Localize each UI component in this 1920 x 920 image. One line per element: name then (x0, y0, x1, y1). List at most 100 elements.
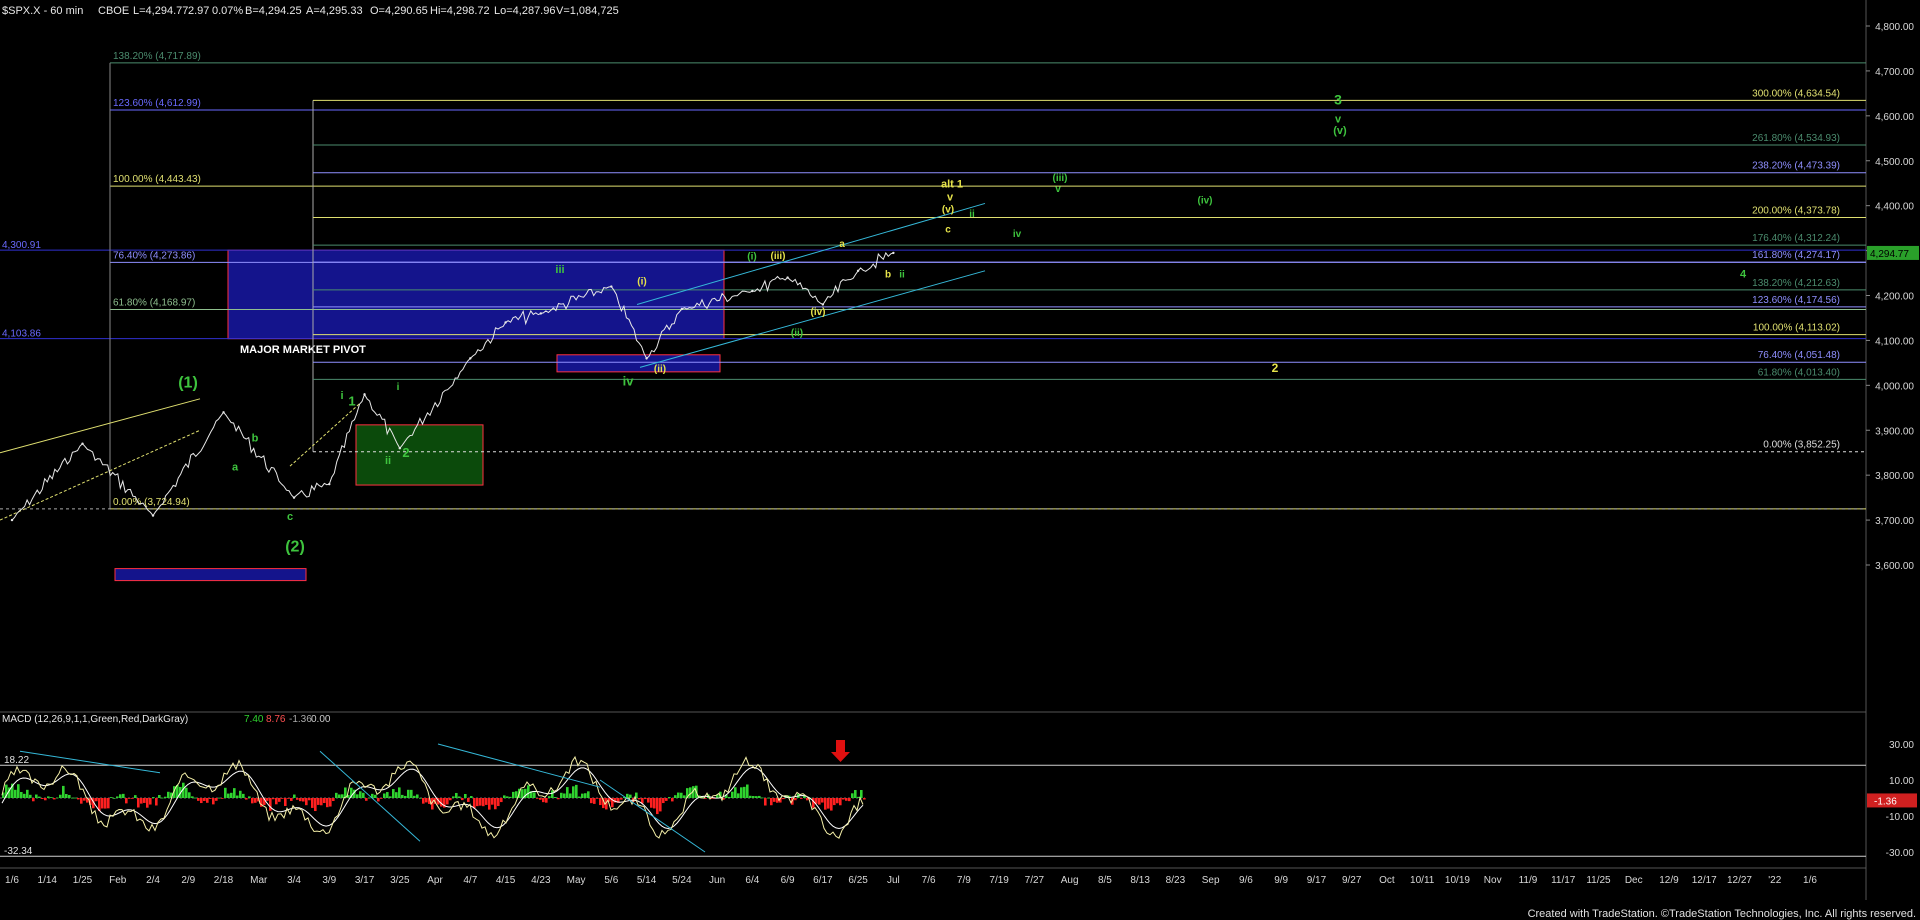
price-tick-label: 4,500.00 (1875, 157, 1914, 168)
price-axis: 4,800.00 4,700.00 4,600.00 4,500.00 4,400.00… (1866, 22, 1919, 572)
macd-histogram-bar (128, 798, 131, 799)
macd-histogram-bar (17, 784, 20, 798)
macd-histogram-bar (323, 798, 326, 804)
support-zone-box (355, 424, 484, 486)
macd-histogram-bar (521, 789, 524, 798)
macd-histogram-bar (737, 793, 740, 798)
macd-histogram-bar (485, 798, 488, 805)
macd-histogram-bar (413, 795, 416, 798)
macd-histogram-bar (515, 791, 518, 798)
macd-histogram-bar (107, 798, 110, 809)
fib-level-label-right: 138.20% (4,212.63) (1752, 278, 1840, 289)
macd-histogram-bar (401, 794, 404, 798)
macd-histogram-bar (29, 794, 32, 798)
macd-histogram-bar (647, 798, 650, 803)
macd-histogram-bar (209, 798, 212, 799)
price-point (469, 357, 472, 360)
macd-histogram-bar (818, 798, 821, 805)
chart-canvas[interactable]: $SPX.X - 60 min CBOE L=4,294.77 2.97 0.0… (0, 0, 1920, 920)
wave-label: v (947, 191, 954, 203)
date-tick-label: Jul (887, 875, 900, 886)
macd-histogram-bar (758, 795, 761, 798)
macd-histogram-bar (113, 797, 116, 799)
date-tick-label: 7/6 (922, 875, 936, 886)
price-point (398, 447, 402, 450)
macd-histogram-bar (215, 798, 218, 801)
macd-histogram-bar (296, 798, 299, 800)
date-tick-label: 11/25 (1586, 875, 1611, 886)
macd-histogram-bar (32, 798, 35, 802)
macd-histogram-bar (203, 798, 206, 801)
price-tick-label: 3,800.00 (1875, 471, 1914, 482)
wave-label: v (1335, 114, 1342, 126)
macd-histogram-bar (41, 798, 44, 799)
macd-histogram-bar (143, 798, 146, 803)
pivot-small-box (556, 354, 721, 373)
date-tick-label: 9/6 (1239, 875, 1253, 886)
macd-histogram-bar (569, 793, 572, 798)
macd-histogram-bar (302, 798, 305, 802)
wave-label: a (839, 239, 845, 250)
date-tick-label: Jun (709, 875, 725, 886)
price-point (821, 303, 825, 306)
sell-signal-arrow-icon (831, 740, 850, 762)
macd-histogram-bar (668, 796, 671, 798)
macd-histogram-bar (248, 796, 251, 798)
macd-histogram-bar (104, 798, 107, 809)
macd-histogram-bar (122, 793, 125, 798)
low-zone-box (114, 568, 307, 582)
macd-histogram-bar (473, 798, 476, 809)
wave-label: iv (1013, 229, 1022, 240)
macd-current-tag-label: -1.36 (1874, 796, 1897, 807)
macd-tick-label: 30.00 (1889, 740, 1914, 751)
date-tick-label: 6/4 (745, 875, 759, 886)
date-tick-label: 8/5 (1098, 875, 1112, 886)
macd-histogram-bar (155, 798, 158, 806)
macd-histogram-bar (341, 794, 344, 798)
macd-histogram-bar (392, 789, 395, 798)
pivot-box-label: MAJOR MARKET PIVOT (240, 344, 366, 356)
macd-zero-value: 0.00 (311, 714, 331, 725)
macd-histogram-bar (827, 798, 830, 809)
macd-histogram-bar (596, 798, 599, 799)
macd-histogram-bar (35, 794, 38, 798)
date-tick-label: 12/27 (1727, 875, 1752, 886)
date-tick-label: 9/17 (1307, 875, 1327, 886)
macd-histogram-bar (167, 791, 170, 798)
macd-histogram-bar (653, 798, 656, 809)
macd-histogram-bar (368, 797, 371, 799)
macd-histogram-bar (158, 795, 161, 798)
fib-level-label-right: 261.80% (4,534.93) (1752, 133, 1840, 144)
macd-histogram-bar (644, 798, 647, 800)
macd-histogram-bar (359, 791, 362, 798)
macd-histogram-bar (206, 798, 209, 803)
date-tick-label: 2/18 (214, 875, 234, 886)
date-tick-label: 11/17 (1551, 875, 1576, 886)
price-tick-label: 3,900.00 (1875, 426, 1914, 437)
macd-histogram-bar (281, 798, 284, 799)
date-tick-label: 6/25 (848, 875, 868, 886)
fib-level-label-right: 238.20% (4,473.39) (1752, 161, 1840, 172)
date-tick-label: Sep (1202, 875, 1220, 886)
macd-histogram-bar (197, 798, 200, 801)
fib-level-label-left: 0.00% (3,724.94) (113, 497, 190, 508)
pivot-label-lower: 4,103.86 (2, 329, 41, 340)
macd-histogram-bar (830, 798, 833, 811)
date-tick-label: Apr (427, 875, 443, 886)
date-tick-label: 7/19 (989, 875, 1009, 886)
wave-label: 1 (348, 394, 355, 409)
macd-histogram-bar (95, 798, 98, 802)
fib-level-label-right: 76.40% (4,051.48) (1758, 350, 1840, 361)
macd-signal-value: 8.76 (266, 714, 286, 725)
macd-histogram-bar (245, 798, 248, 800)
price-tick-label: 3,600.00 (1875, 561, 1914, 572)
macd-histogram-bar (416, 794, 419, 798)
date-tick-label: 1/6 (1803, 875, 1817, 886)
macd-histogram-bar (287, 798, 290, 799)
macd-histogram-bar (20, 791, 23, 798)
price-point (328, 482, 331, 486)
macd-histogram-bar (332, 798, 335, 802)
price-tick-label: 4,600.00 (1875, 112, 1914, 123)
date-tick-label: 8/23 (1166, 875, 1186, 886)
date-tick-label: 12/9 (1659, 875, 1679, 886)
